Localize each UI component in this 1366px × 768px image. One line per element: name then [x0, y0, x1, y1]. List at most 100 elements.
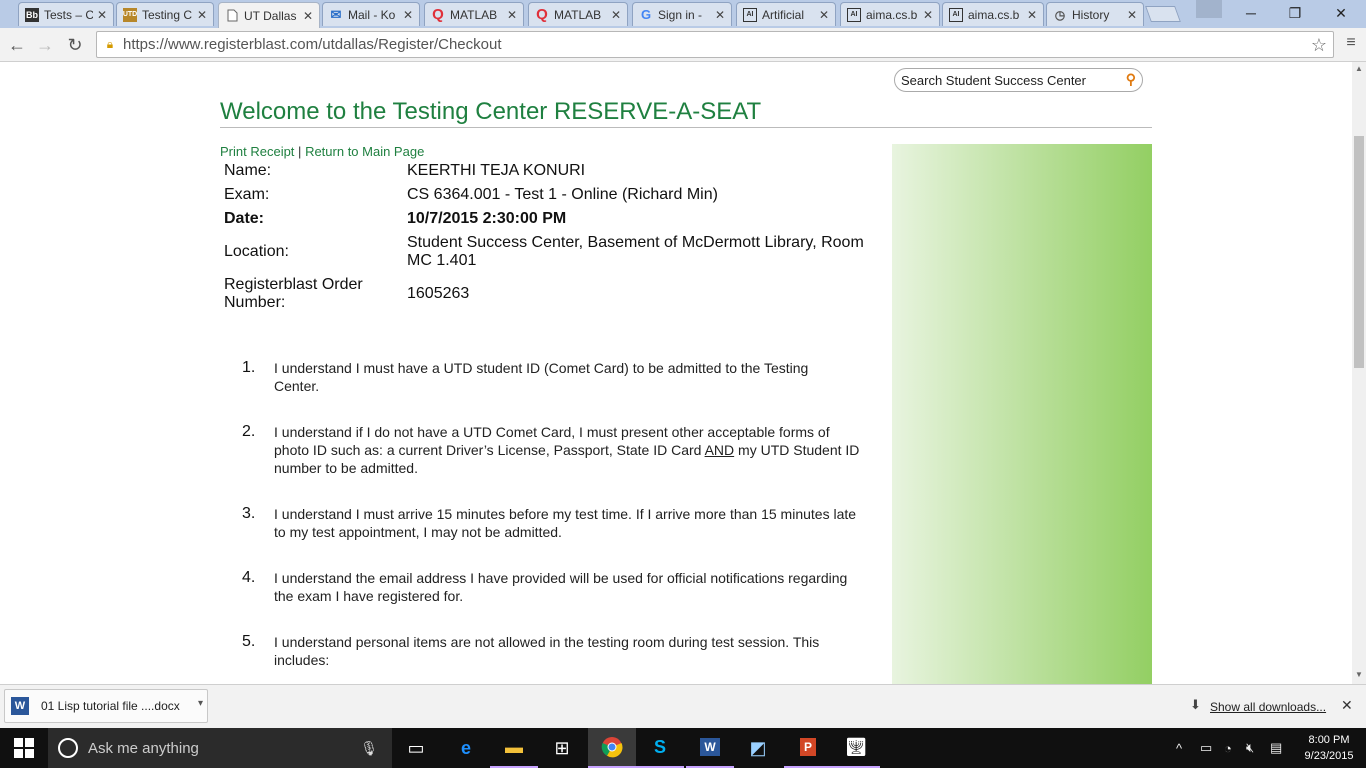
print-receipt-link[interactable]: Print Receipt [220, 144, 294, 159]
word-document-icon: W [11, 697, 29, 715]
mail-icon: ✉ [330, 6, 342, 22]
download-item[interactable]: W 01 Lisp tutorial file ....docx ▾ [4, 689, 208, 723]
word-icon[interactable]: W [686, 728, 734, 768]
chevron-down-icon[interactable]: ▾ [198, 698, 203, 709]
term-number: 5. [242, 633, 256, 650]
skype-icon[interactable]: S [636, 728, 684, 768]
name-label: Name: [224, 162, 272, 179]
term-item-4: I understand the email address I have pr… [274, 569, 874, 605]
forward-arrow-icon[interactable]: → [34, 34, 56, 56]
wifi-icon[interactable]: ◔ [1224, 728, 1232, 768]
tray-chevron-icon[interactable]: ^ [1176, 728, 1182, 768]
volume-icon[interactable]: 🔇︎ [1246, 728, 1254, 768]
url-text: https://www.registerblast.com/utdallas/R… [123, 36, 502, 53]
term-line: I understand the email address I have pr… [274, 570, 848, 586]
vertical-scrollbar[interactable]: ▲ ▼ [1352, 62, 1366, 684]
store-icon[interactable]: ⊞ [538, 728, 586, 768]
term-item-1: I understand I must have a UTD student I… [274, 359, 874, 395]
order-number-value: 1605263 [407, 285, 470, 302]
term-line: to my test appointment, I may not be adm… [274, 524, 562, 540]
tab-title: Tests – C [44, 7, 93, 22]
search-icon[interactable]: ⚲ [1126, 71, 1136, 88]
tab-history[interactable]: ◷ History ✕ [1046, 2, 1144, 26]
tab-aima-1[interactable]: AI aima.cs.b ✕ [840, 2, 940, 26]
restore-icon[interactable]: ❐ [1272, 0, 1318, 26]
tab-matlab-2[interactable]: Q MATLAB ✕ [528, 2, 628, 26]
download-shelf: W 01 Lisp tutorial file ....docx ▾ ⬇ Sho… [0, 684, 1366, 728]
term-item-3: I understand I must arrive 15 minutes be… [274, 505, 874, 541]
back-arrow-icon[interactable]: ← [6, 34, 28, 56]
scroll-down-icon[interactable]: ▼ [1355, 670, 1363, 679]
close-icon[interactable]: ✕ [1027, 8, 1037, 22]
system-clock[interactable]: 8:00 PM 9/23/2015 [1296, 732, 1362, 764]
close-icon[interactable]: ✕ [611, 8, 621, 22]
cortana-search-box[interactable]: Ask me anything 🎙︎ [48, 728, 392, 768]
close-icon[interactable]: ✕ [197, 8, 207, 22]
window-close-icon[interactable]: ✕ [1318, 0, 1364, 26]
bookmark-star-icon[interactable]: ☆ [1311, 35, 1327, 56]
tab-title: Testing C [142, 7, 193, 22]
utd-icon: UTD [123, 7, 137, 22]
task-view-icon[interactable]: ▭ [392, 728, 440, 768]
show-all-downloads-link[interactable]: Show all downloads... [1210, 700, 1326, 714]
tab-title: Sign in - [658, 7, 703, 22]
location-value-line1: Student Success Center, Basement of McDe… [407, 234, 864, 251]
powerpoint-icon[interactable]: P [784, 728, 832, 768]
address-bar[interactable]: 🔒︎ https://www.registerblast.com/utdalla… [96, 31, 1334, 58]
clock-time: 8:00 PM [1308, 734, 1350, 746]
google-icon: G [640, 7, 652, 22]
battery-icon[interactable]: ▭ [1200, 728, 1212, 768]
edge-icon[interactable]: e [442, 728, 490, 768]
browser-toolbar: ← → ↻ 🔒︎ https://www.registerblast.com/u… [0, 28, 1366, 62]
search-placeholder: Search Student Success Center [901, 72, 1086, 88]
chrome-icon[interactable] [588, 728, 636, 768]
profile-avatar-icon[interactable] [1196, 0, 1222, 18]
close-icon[interactable]: ✕ [403, 8, 413, 22]
tab-ut-dallas[interactable]: UT Dallas ✕ [218, 2, 320, 28]
tab-blackboard-tests[interactable]: Bb Tests – C ✕ [18, 2, 114, 26]
tab-title: aima.cs.b [968, 7, 1020, 22]
date-label: Date: [224, 210, 265, 227]
term-item-2: I understand if I do not have a UTD Come… [274, 423, 874, 477]
tab-mail[interactable]: ✉ Mail - Ko ✕ [322, 2, 420, 26]
scroll-up-icon[interactable]: ▲ [1355, 64, 1363, 73]
close-icon[interactable]: ✕ [303, 9, 313, 23]
close-icon[interactable]: ✕ [819, 8, 829, 22]
aima-icon: AI [743, 7, 757, 22]
action-center-icon[interactable]: ▤ [1270, 728, 1282, 768]
cortana-icon [58, 738, 78, 758]
quora-icon: Q [432, 6, 444, 23]
term-number: 1. [242, 359, 256, 376]
tab-artificial[interactable]: AI Artificial ✕ [736, 2, 836, 26]
close-icon[interactable]: ✕ [97, 8, 107, 22]
chrome-menu-icon[interactable]: ≡ [1342, 34, 1360, 56]
microphone-icon[interactable]: 🎙︎ [360, 740, 378, 757]
close-icon[interactable]: ✕ [923, 8, 933, 22]
tab-aima-2[interactable]: AI aima.cs.b ✕ [942, 2, 1044, 26]
close-icon[interactable]: ✕ [507, 8, 517, 22]
site-search-input[interactable]: Search Student Success Center ⚲ [894, 68, 1143, 92]
minimize-icon[interactable]: ─ [1228, 0, 1274, 26]
tab-title: MATLAB [554, 7, 602, 22]
notes-icon[interactable]: ◩ [734, 728, 782, 768]
reload-icon[interactable]: ↻ [64, 34, 86, 56]
close-icon[interactable]: ✕ [1341, 697, 1353, 714]
tab-google-signin[interactable]: G Sign in - ✕ [632, 2, 732, 26]
tab-matlab-1[interactable]: Q MATLAB ✕ [424, 2, 524, 26]
new-tab-button[interactable] [1145, 6, 1181, 22]
receipt-links: Print Receipt | Return to Main Page [220, 144, 424, 159]
term-line: I understand if I do not have a UTD Come… [274, 424, 830, 440]
clock-date: 9/23/2015 [1304, 750, 1354, 762]
scroll-thumb[interactable] [1354, 136, 1364, 368]
close-icon[interactable]: ✕ [1127, 8, 1137, 22]
term-number: 3. [242, 505, 256, 522]
return-main-page-link[interactable]: Return to Main Page [305, 144, 424, 159]
app-icon[interactable]: 🕎︎ [832, 728, 880, 768]
tab-testing-center[interactable]: UTD Testing C ✕ [116, 2, 214, 26]
order-number-label-line2: Number: [224, 294, 286, 311]
tab-title: History [1072, 7, 1110, 22]
windows-start-icon[interactable] [14, 738, 34, 758]
document-icon [225, 9, 239, 23]
close-icon[interactable]: ✕ [715, 8, 725, 22]
file-explorer-icon[interactable]: ▬ [490, 728, 538, 768]
